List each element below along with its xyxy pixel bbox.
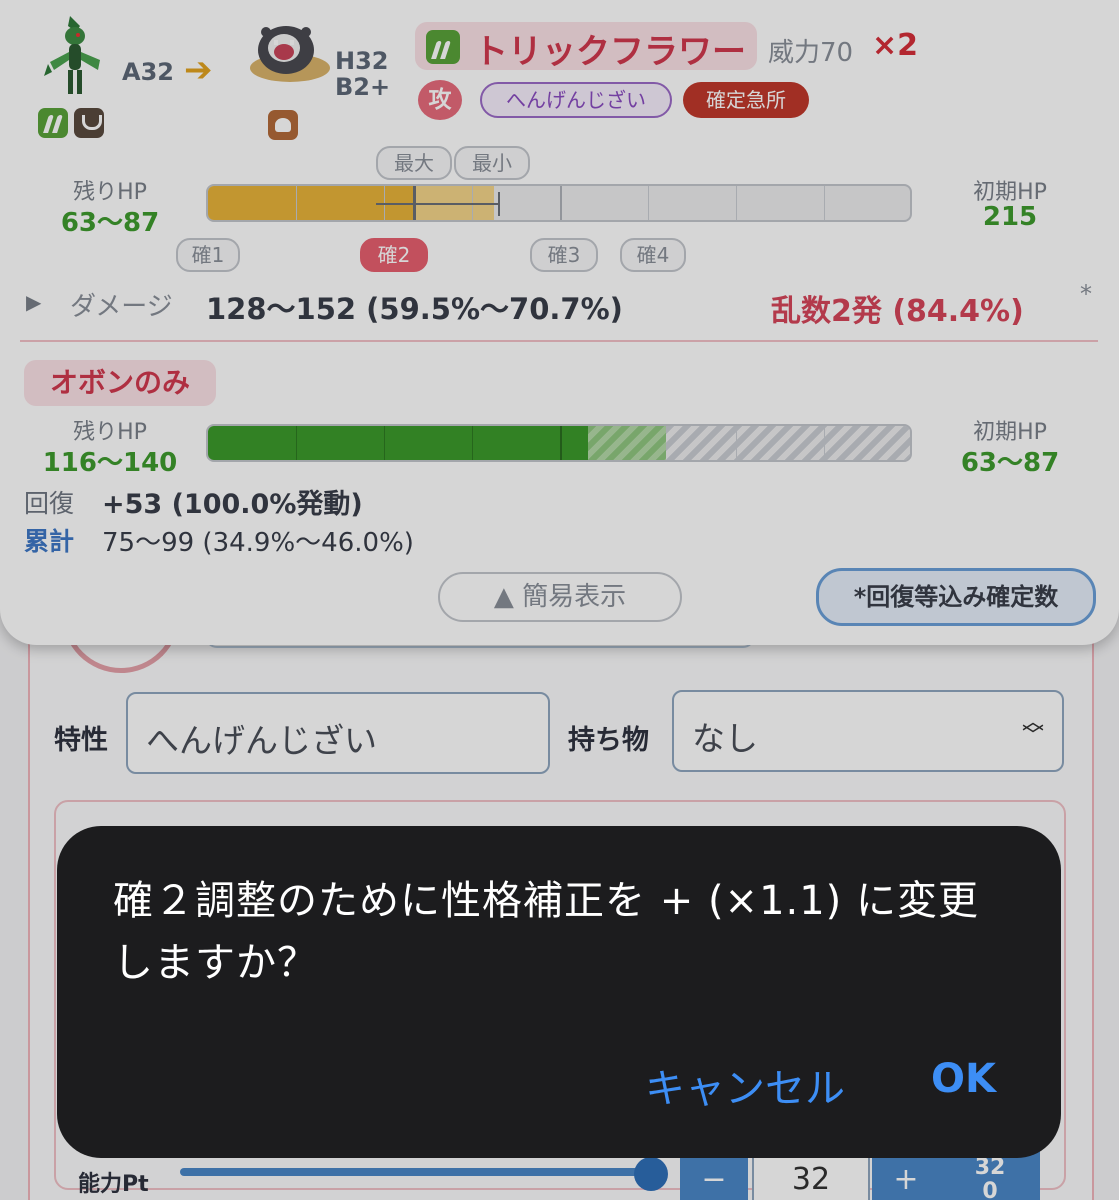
ok-button[interactable]: OK [931, 1056, 996, 1102]
dialog-message: 確２調整のために性格補正を + (×1.1) に変更しますか？ [113, 878, 979, 986]
cancel-button[interactable]: キャンセル [645, 1056, 845, 1114]
confirm-dialog: 確２調整のために性格補正を + (×1.1) に変更しますか？ キャンセル OK [57, 826, 1061, 1158]
